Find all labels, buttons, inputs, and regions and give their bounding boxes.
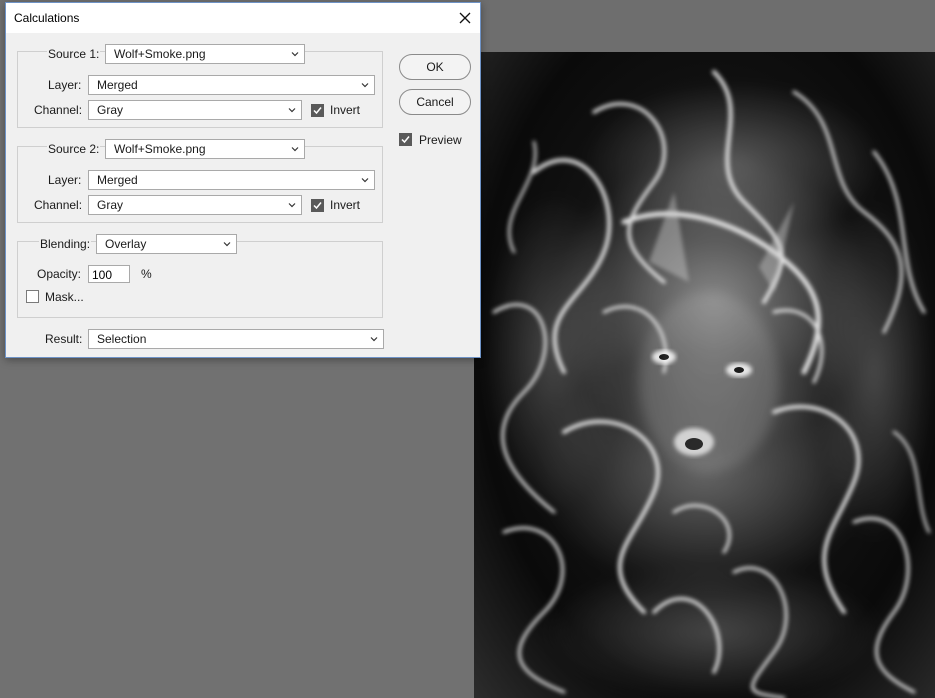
checkmark-icon: [313, 202, 322, 210]
source2-layer-value: Merged: [97, 173, 138, 187]
source1-layer-label: Layer:: [48, 78, 82, 92]
source1-layer-select[interactable]: Merged: [88, 75, 375, 95]
opacity-unit: %: [141, 267, 152, 281]
wolf-smoke-image: [484, 70, 934, 698]
close-icon: [459, 12, 471, 24]
chevron-down-icon: [288, 108, 296, 113]
chevron-down-icon: [291, 147, 299, 152]
source1-layer-value: Merged: [97, 78, 138, 92]
source2-file-select[interactable]: Wolf+Smoke.png: [105, 139, 305, 159]
chevron-down-icon: [370, 337, 378, 342]
ok-button[interactable]: OK: [399, 54, 471, 80]
source1-channel-label: Channel:: [34, 103, 83, 117]
result-value: Selection: [97, 332, 147, 346]
source2-label: Source 2:: [47, 142, 101, 156]
source2-invert-checkbox[interactable]: [311, 199, 324, 212]
chevron-down-icon: [288, 203, 296, 208]
result-label: Result:: [45, 332, 83, 346]
source2-layer-select[interactable]: Merged: [88, 170, 375, 190]
workspace-top-strip: [480, 0, 935, 52]
preview-checkbox[interactable]: [399, 133, 412, 146]
source2-channel-label: Channel:: [34, 198, 83, 212]
checkmark-icon: [401, 136, 410, 144]
source1-invert-checkbox[interactable]: [311, 104, 324, 117]
chevron-down-icon: [291, 52, 299, 57]
blending-mode-select[interactable]: Overlay: [96, 234, 237, 254]
source1-channel-select[interactable]: Gray: [88, 100, 302, 120]
opacity-input[interactable]: [88, 265, 130, 283]
dialog-titlebar[interactable]: Calculations: [6, 3, 480, 33]
chevron-down-icon: [361, 178, 369, 183]
checkmark-icon: [313, 107, 322, 115]
chevron-down-icon: [223, 242, 231, 247]
source1-file-select[interactable]: Wolf+Smoke.png: [105, 44, 305, 64]
source2-channel-value: Gray: [97, 198, 124, 212]
result-select[interactable]: Selection: [88, 329, 384, 349]
close-button[interactable]: [452, 5, 478, 31]
dialog-title: Calculations: [14, 11, 80, 25]
blending-mode-value: Overlay: [105, 237, 147, 251]
source1-file-value: Wolf+Smoke.png: [114, 47, 206, 61]
source2-file-value: Wolf+Smoke.png: [114, 142, 206, 156]
source1-label: Source 1:: [47, 47, 101, 61]
source1-invert-label: Invert: [330, 103, 361, 117]
source2-invert-label: Invert: [330, 198, 361, 212]
mask-label[interactable]: Mask...: [45, 290, 84, 304]
chevron-down-icon: [361, 83, 369, 88]
source2-layer-label: Layer:: [48, 173, 82, 187]
document-canvas[interactable]: [474, 52, 935, 698]
cancel-button[interactable]: Cancel: [399, 89, 471, 115]
opacity-label: Opacity:: [37, 267, 82, 281]
blending-label: Blending:: [39, 237, 92, 251]
mask-checkbox[interactable]: [26, 290, 39, 303]
calculations-dialog: Calculations Source 1: Wolf+Smoke.png La…: [5, 2, 481, 358]
preview-label: Preview: [419, 133, 462, 147]
source2-channel-select[interactable]: Gray: [88, 195, 302, 215]
source1-channel-value: Gray: [97, 103, 124, 117]
